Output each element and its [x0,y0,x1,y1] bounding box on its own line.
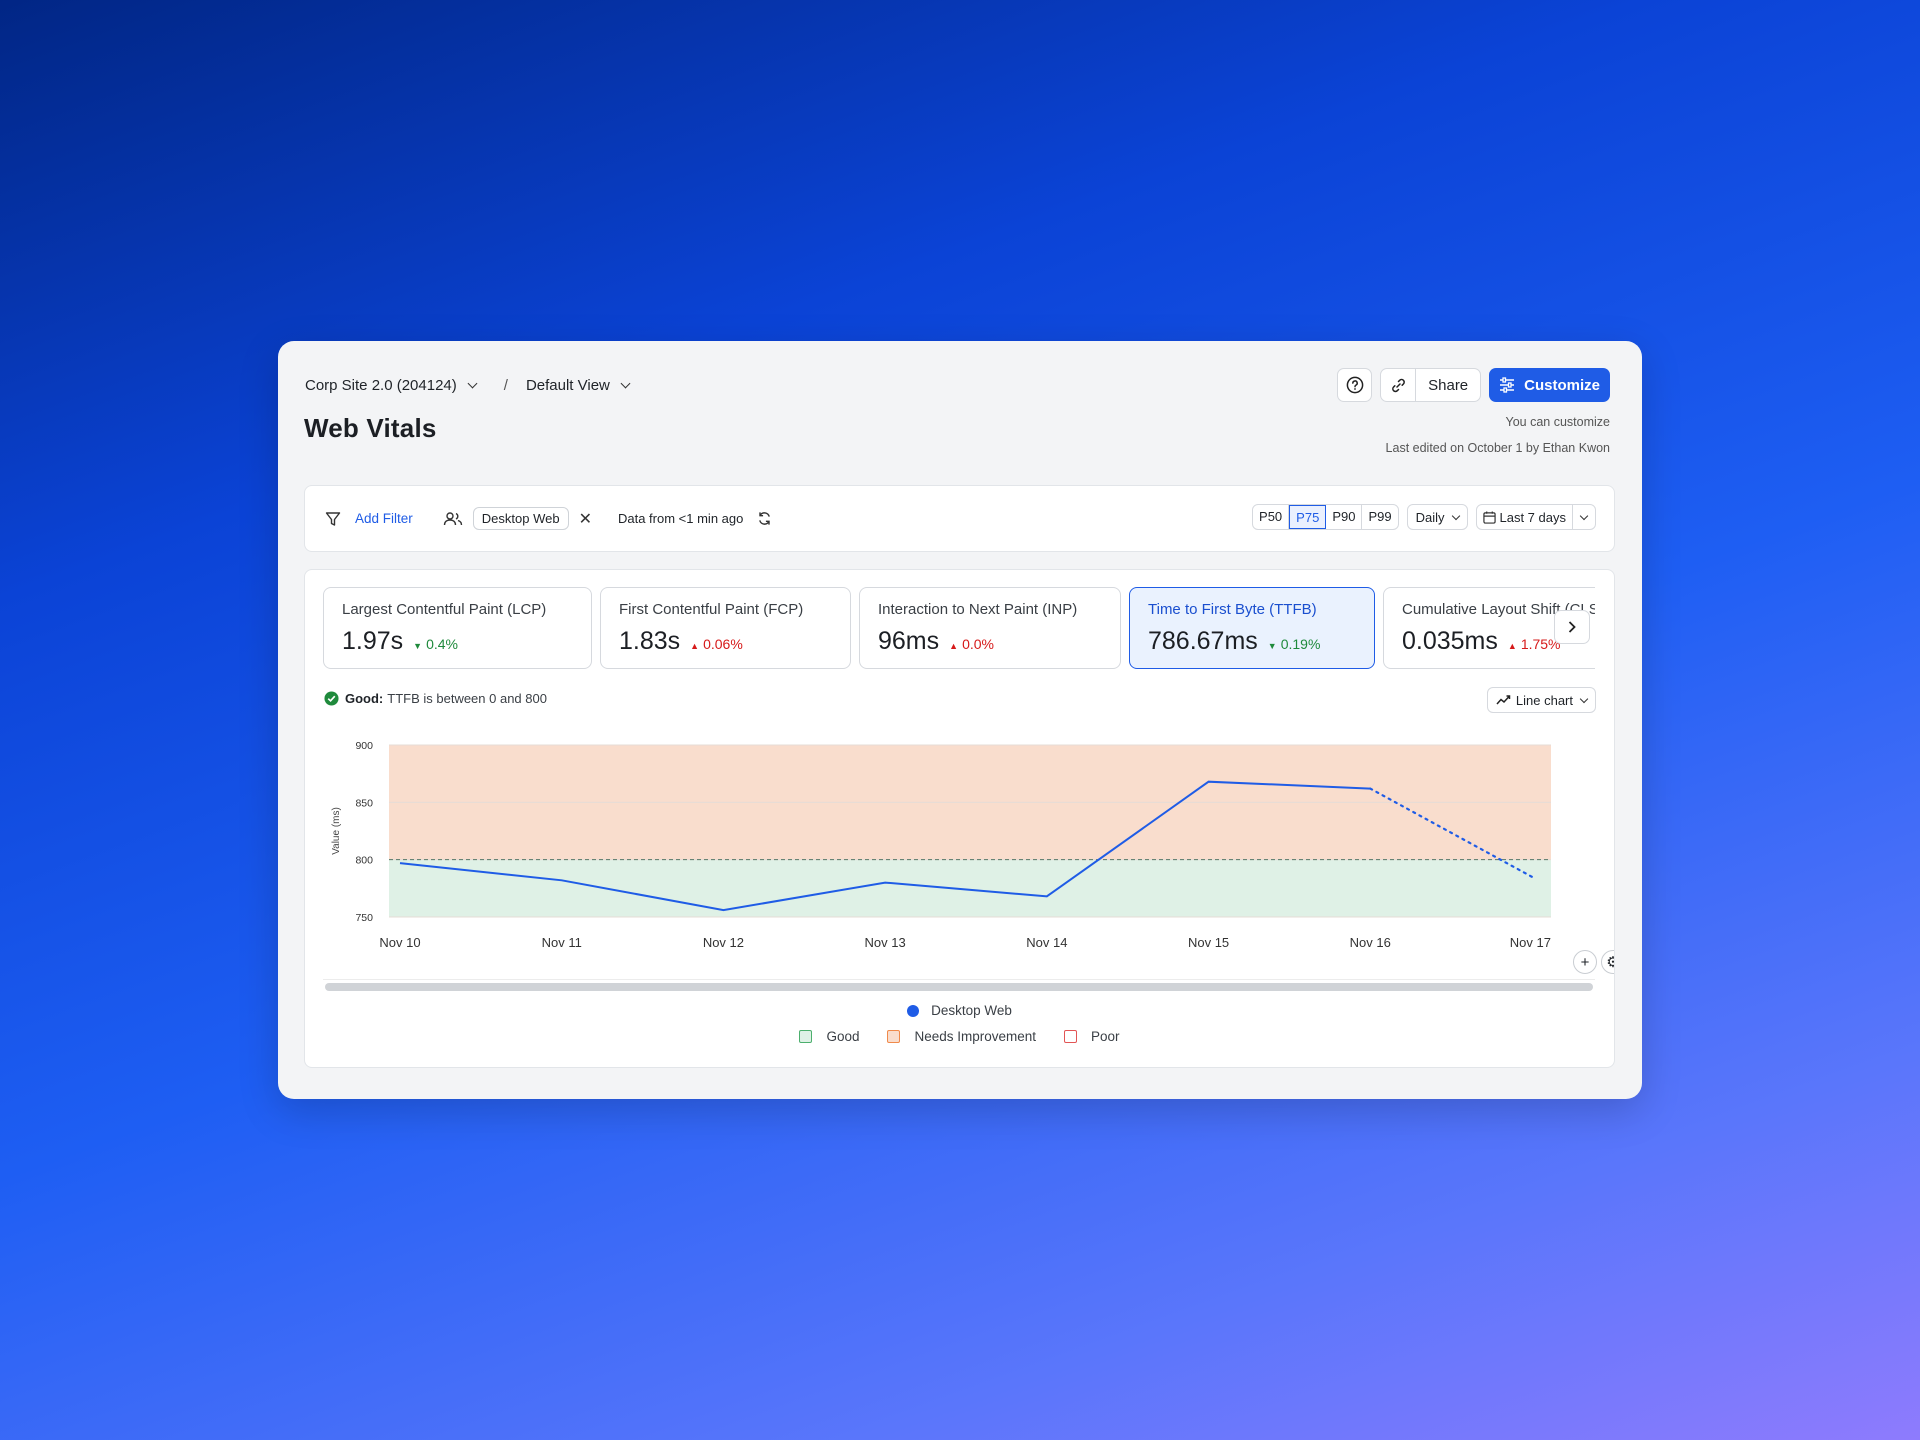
view-selector[interactable]: Default View [525,377,631,394]
chevron-down-icon [467,378,478,389]
legend-swatch-desktop-web [907,1004,920,1017]
percentile-p75[interactable]: P75 [1289,505,1327,529]
customize-label: Customize [1524,376,1600,394]
y-tick-label: 800 [355,855,373,867]
legend-needs-improvement[interactable]: Needs Improvement [887,1029,1036,1044]
filter-icon [325,511,341,526]
x-tick-label: Nov 15 [1188,935,1229,950]
granularity-label: Daily [1415,509,1445,525]
series-legend: Desktop Web [305,1003,1614,1018]
y-axis-label: Value (ms) [331,807,342,855]
y-tick-label: 750 [355,912,373,924]
site-selector-label: Corp Site 2.0 (204124) [305,377,457,394]
segment-chip[interactable]: Desktop Web [472,507,569,530]
legend-swatch [887,1030,901,1043]
filter-bar: Add Filter Desktop Web ✕ Data from <1 mi… [304,485,1615,552]
percentile-p50[interactable]: P50 [1253,505,1290,529]
refresh-icon[interactable] [757,511,772,526]
gear-icon: ⚙ [1606,953,1614,971]
chevron-down-icon [1579,511,1589,520]
site-selector[interactable]: Corp Site 2.0 (204124) [305,377,478,394]
date-range-picker: Last 7 days [1475,504,1596,530]
breadcrumb: Corp Site 2.0 (204124) / Default View [305,377,631,394]
x-tick-label: Nov 11 [542,935,582,950]
page-title: Web Vitals [304,413,437,443]
breadcrumb-separator: / [503,377,508,394]
legend-swatch [1064,1030,1078,1043]
sliders-icon [1500,377,1515,393]
help-button[interactable] [1337,368,1373,402]
copy-link-button[interactable] [1381,369,1417,401]
last-edited-note: Last edited on October 1 by Ethan Kwon [1385,441,1610,455]
date-range-dropdown[interactable] [1573,505,1595,529]
chart-scrollbar[interactable] [325,983,1593,991]
header-actions: Share Customize [1337,368,1610,402]
legend-label: Poor [1091,1029,1120,1044]
calendar-icon [1482,510,1496,524]
ttfb-line-chart: 900 850 800 750 Value (ms) Nov 10 Nov 11 Nov 12… [331,740,1551,950]
date-range-label: Last 7 days [1499,509,1567,525]
link-icon [1391,378,1405,392]
legend-label: Needs Improvement [914,1029,1037,1044]
view-selector-label: Default View [525,377,610,394]
x-tick-label: Nov 16 [1350,935,1391,950]
legend-poor[interactable]: Poor [1064,1029,1120,1044]
percentile-p90[interactable]: P90 [1326,505,1363,529]
x-tick-label: Nov 13 [865,935,906,950]
granularity-dropdown[interactable]: Daily [1406,504,1468,530]
users-icon [443,511,462,525]
legend-desktop-web[interactable]: Desktop Web [931,1003,1012,1018]
share-button[interactable]: Share [1416,369,1480,401]
legend-label: Good [826,1029,860,1044]
date-range-button[interactable]: Last 7 days [1477,505,1573,529]
zoom-in-button[interactable]: + [1573,950,1597,974]
x-tick-label: Nov 12 [703,935,744,950]
web-vitals-card: Corp Site 2.0 (204124) / Default View We… [278,341,1642,1099]
plus-icon: + [1580,953,1590,971]
customize-button[interactable]: Customize [1489,368,1610,402]
percentile-selector: P50 P75 P90 P99 [1252,504,1399,530]
legend-swatch [799,1030,813,1043]
help-icon [1346,376,1363,394]
chevron-down-icon [620,378,631,389]
customize-note: You can customize [1505,415,1610,429]
band-good [389,859,1551,917]
percentile-p99[interactable]: P99 [1362,505,1397,529]
close-icon[interactable]: ✕ [579,509,592,529]
add-filter-button[interactable]: Add Filter [355,511,413,526]
y-tick-label: 850 [355,797,373,809]
share-group: Share [1380,368,1482,402]
threshold-legend: Good Needs Improvement Poor [305,1029,1614,1044]
x-tick-label: Nov 17 [1510,935,1551,950]
legend-good[interactable]: Good [799,1029,859,1044]
x-tick-label: Nov 14 [1026,935,1067,950]
chart-panel: Largest Contentful Paint (LCP) 1.97s ▼ 0.4%… [304,569,1615,1068]
y-tick-label: 900 [355,740,373,752]
chevron-down-icon [1451,511,1460,520]
x-tick-label: Nov 10 [379,935,420,950]
data-freshness: Data from <1 min ago [617,511,744,526]
